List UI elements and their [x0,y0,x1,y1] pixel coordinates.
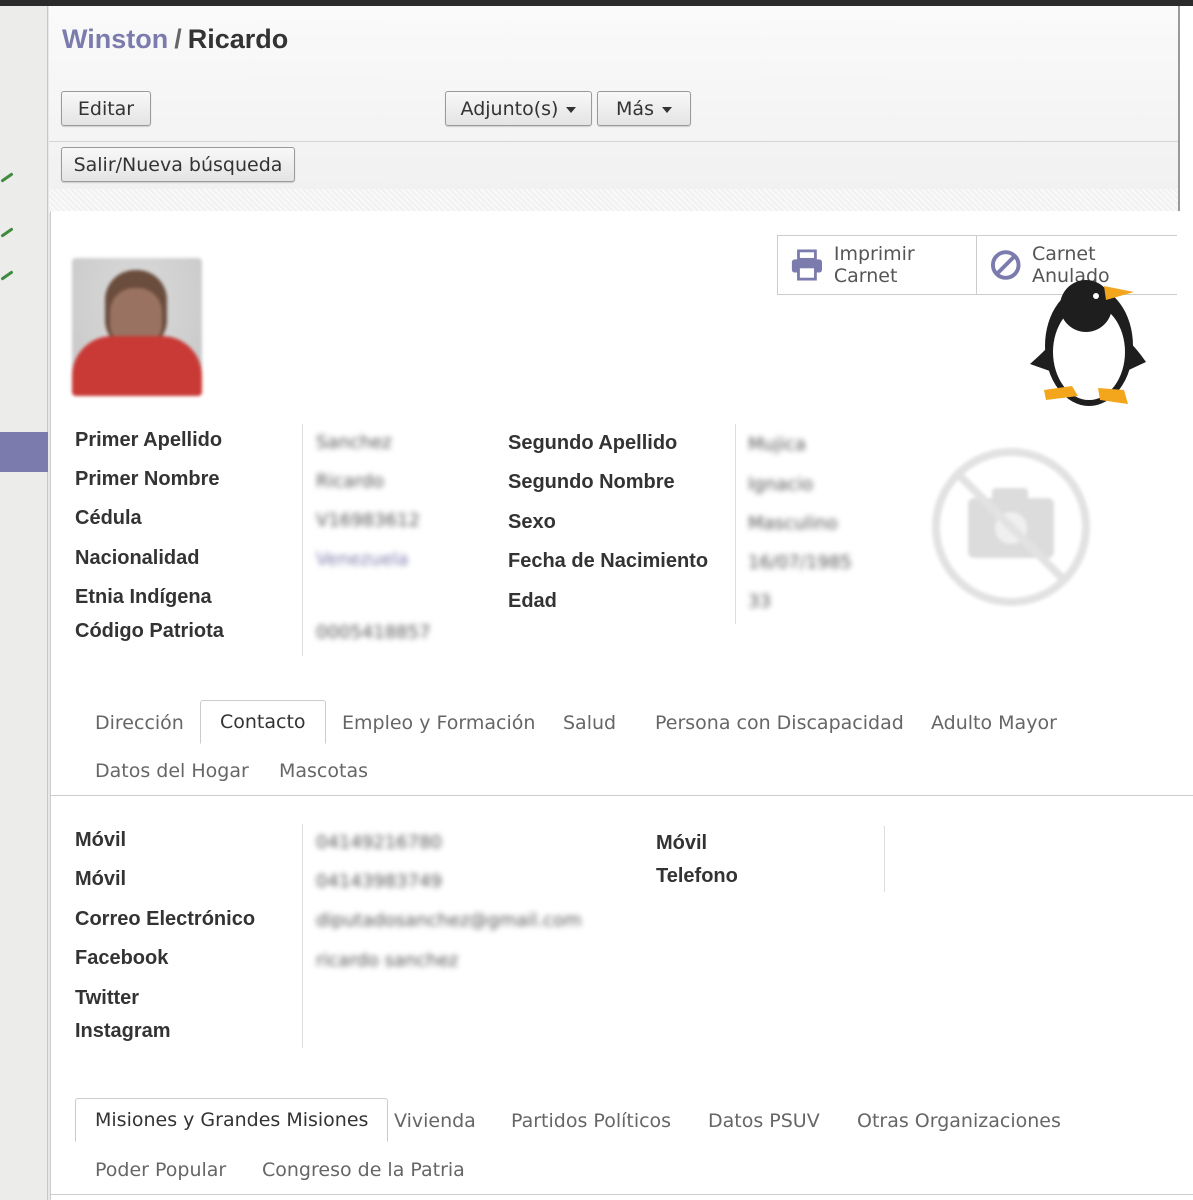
print-card-label: Imprimir Carnet [833,243,915,287]
field-value-nationality-link[interactable]: Venezuela [316,549,408,570]
field-value-mobile[interactable]: 04149216780 [316,832,442,853]
caret-down-icon [661,106,672,113]
field-value-sex[interactable]: Masculino [748,513,838,534]
field-value-second-name[interactable]: Ignacio [748,474,813,495]
field-label-email: Correo Electrónico [75,908,256,930]
print-card-button[interactable]: Imprimir Carnet [778,236,976,294]
field-label-facebook: Facebook [75,947,169,969]
field-label-first-surname: Primer Apellido [75,429,223,451]
more-label: Más [616,97,654,120]
attachments-dropdown-button[interactable]: Adjunto(s) [445,91,592,126]
printer-icon [791,249,822,281]
column-divider [302,424,303,656]
exit-search-button[interactable]: Salir/Nueva búsqueda [61,147,295,182]
field-label-second-surname: Segundo Apellido [508,432,678,454]
no-image-icon[interactable] [932,448,1090,606]
tab-employment-training[interactable]: Empleo y Formación [342,712,535,734]
field-label-instagram: Instagram [75,1020,171,1042]
tab-psuv-data[interactable]: Datos PSUV [708,1110,820,1132]
tab-address[interactable]: Dirección [95,712,184,734]
edit-button-label: Editar [77,97,135,120]
field-label-phone: Telefono [656,865,738,887]
more-dropdown-button[interactable]: Más [597,91,691,126]
field-label-patriot-code: Código Patriota [75,620,224,642]
tab-housing[interactable]: Vivienda [394,1110,476,1132]
tab-health[interactable]: Salud [563,712,616,734]
field-label-sex: Sexo [508,511,556,533]
tab-political-parties[interactable]: Partidos Políticos [511,1110,671,1132]
tab-contact[interactable]: Contacto [200,700,326,744]
field-value-id-number[interactable]: V16983612 [316,510,420,531]
edit-button[interactable]: Editar [61,91,151,126]
leaf-decoration [0,172,14,183]
exit-search-label: Salir/Nueva búsqueda [73,153,283,176]
divider [49,141,1179,142]
sidebar [0,6,48,1200]
breadcrumb-separator: / [174,24,182,54]
column-divider [302,824,303,1048]
field-value-first-name[interactable]: Ricardo [316,471,384,492]
tab-homeland-congress[interactable]: Congreso de la Patria [262,1159,465,1181]
photo-shirt [72,336,202,396]
field-label-mobile: Móvil [75,868,127,890]
tab-disability[interactable]: Persona con Discapacidad [655,712,904,734]
field-label-first-name: Primer Nombre [75,468,220,490]
breadcrumb: Winston / Ricardo [62,24,288,55]
field-value-facebook[interactable]: ricardo sanchez [316,950,458,971]
penguin-icon [1030,280,1146,406]
tab-pets[interactable]: Mascotas [279,760,368,782]
breadcrumb-current: Ricardo [187,24,289,54]
field-value-second-surname[interactable]: Mujica [748,434,806,455]
tab-missions[interactable]: Misiones y Grandes Misiones [75,1098,389,1142]
field-label-age: Edad [508,590,557,612]
field-value-birth-date[interactable]: 16/07/1985 [748,552,852,573]
field-label-second-name: Segundo Nombre [508,471,675,493]
field-label-twitter: Twitter [75,987,140,1009]
ban-icon [990,250,1020,280]
column-divider [884,826,885,892]
profile-photo[interactable] [72,258,202,396]
field-value-email[interactable]: diputadosanchez@gmail.com [316,910,582,931]
sidebar-active-item[interactable] [0,432,48,472]
field-label-mobile-secondary: Móvil [656,832,708,854]
field-value-age[interactable]: 33 [748,591,771,612]
leaf-decoration [0,270,14,281]
field-value-patriot-code[interactable]: 0005418857 [316,622,431,643]
caret-down-icon [566,106,577,113]
leaf-decoration [0,227,14,238]
attachments-label: Adjunto(s) [460,97,559,120]
field-value-first-surname[interactable]: Sanchez [316,432,392,453]
column-divider [735,424,736,624]
field-label-birth-date: Fecha de Nacimiento [508,550,709,572]
field-value-mobile[interactable]: 04143983749 [316,871,442,892]
tab-popular-power[interactable]: Poder Popular [95,1159,226,1181]
field-label-indigenous-ethnicity: Etnia Indígena [75,586,212,608]
tab-household[interactable]: Datos del Hogar [95,760,249,782]
tab-senior[interactable]: Adulto Mayor [931,712,1057,734]
field-label-mobile: Móvil [75,829,127,851]
field-label-nationality: Nacionalidad [75,547,200,569]
tab-other-organizations[interactable]: Otras Organizaciones [857,1110,1061,1132]
breadcrumb-parent-link[interactable]: Winston [62,24,168,54]
field-label-id-number: Cédula [75,507,142,529]
